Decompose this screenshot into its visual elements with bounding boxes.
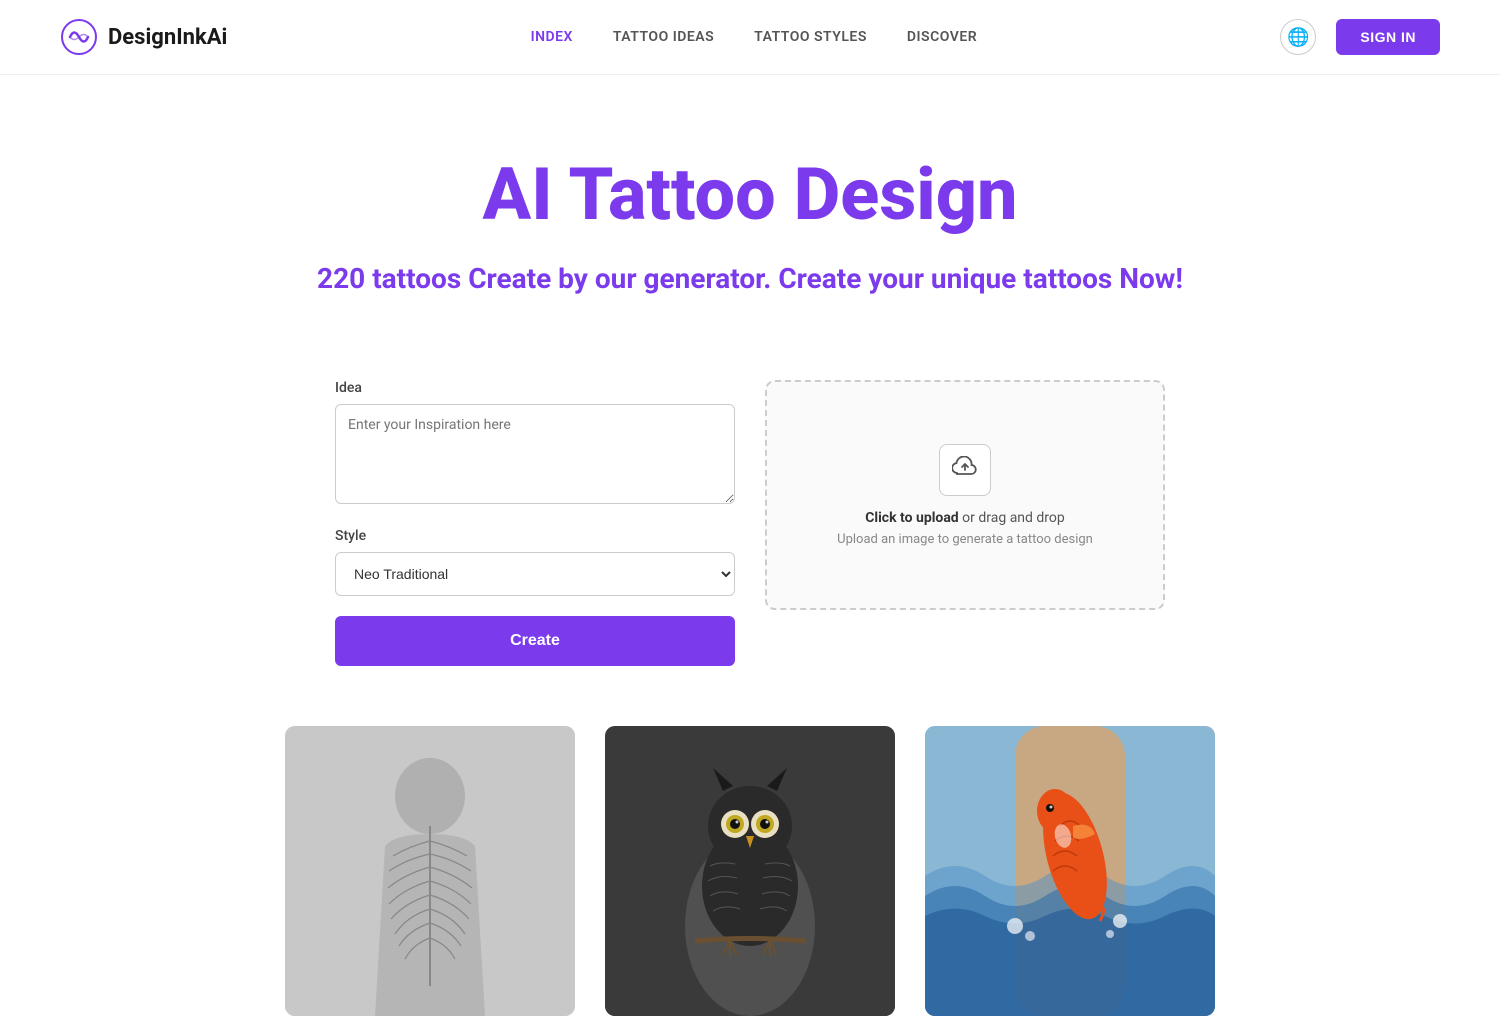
form-section: Idea Style Neo Traditional Traditional R… <box>200 350 1300 726</box>
upload-text: Click to upload or drag and drop <box>865 510 1065 526</box>
upload-area[interactable]: Click to upload or drag and drop Upload … <box>765 380 1165 610</box>
logo-text: DesignInkAi <box>108 25 227 50</box>
gallery-item-3 <box>925 726 1215 1016</box>
hero-subtitle: 220 tattoos Create by our generator. Cre… <box>60 258 1440 300</box>
gallery-section <box>0 726 1500 1016</box>
nav-index[interactable]: INDEX <box>531 29 573 45</box>
form-left: Idea Style Neo Traditional Traditional R… <box>335 380 735 666</box>
gallery-item-2 <box>605 726 895 1016</box>
upload-click-label: Click to upload <box>865 510 958 526</box>
idea-group: Idea <box>335 380 735 508</box>
idea-input[interactable] <box>335 404 735 504</box>
header: DesignInkAi INDEX TATTOO IDEAS TATTOO ST… <box>0 0 1500 75</box>
style-label: Style <box>335 528 735 544</box>
gallery-item-1 <box>285 726 575 1016</box>
upload-drag-label: or drag and drop <box>959 510 1065 526</box>
create-button[interactable]: Create <box>335 616 735 666</box>
language-button[interactable]: 🌐 <box>1280 19 1316 55</box>
hero-subtitle-text: tattoos Create by our generator. Create … <box>365 262 1183 295</box>
logo-icon <box>60 18 98 56</box>
upload-cloud-icon <box>952 456 978 484</box>
nav-tattoo-ideas[interactable]: TATTOO IDEAS <box>613 29 714 45</box>
style-select[interactable]: Neo Traditional Traditional Realism Wate… <box>335 552 735 596</box>
hero-count: 220 <box>317 262 365 295</box>
globe-icon: 🌐 <box>1287 27 1309 48</box>
nav-tattoo-styles[interactable]: TATTOO STYLES <box>754 29 867 45</box>
header-right: 🌐 SIGN IN <box>1280 19 1440 55</box>
main-nav: INDEX TATTOO IDEAS TATTOO STYLES DISCOVE… <box>531 29 978 45</box>
upload-subtext: Upload an image to generate a tattoo des… <box>837 532 1093 547</box>
logo[interactable]: DesignInkAi <box>60 18 227 56</box>
style-group: Style Neo Traditional Traditional Realis… <box>335 528 735 596</box>
upload-icon-wrap <box>939 444 991 496</box>
nav-discover[interactable]: DISCOVER <box>907 29 977 45</box>
idea-label: Idea <box>335 380 735 396</box>
signin-button[interactable]: SIGN IN <box>1336 19 1440 55</box>
hero-title: AI Tattoo Design <box>60 155 1440 234</box>
hero-section: AI Tattoo Design 220 tattoos Create by o… <box>0 75 1500 350</box>
